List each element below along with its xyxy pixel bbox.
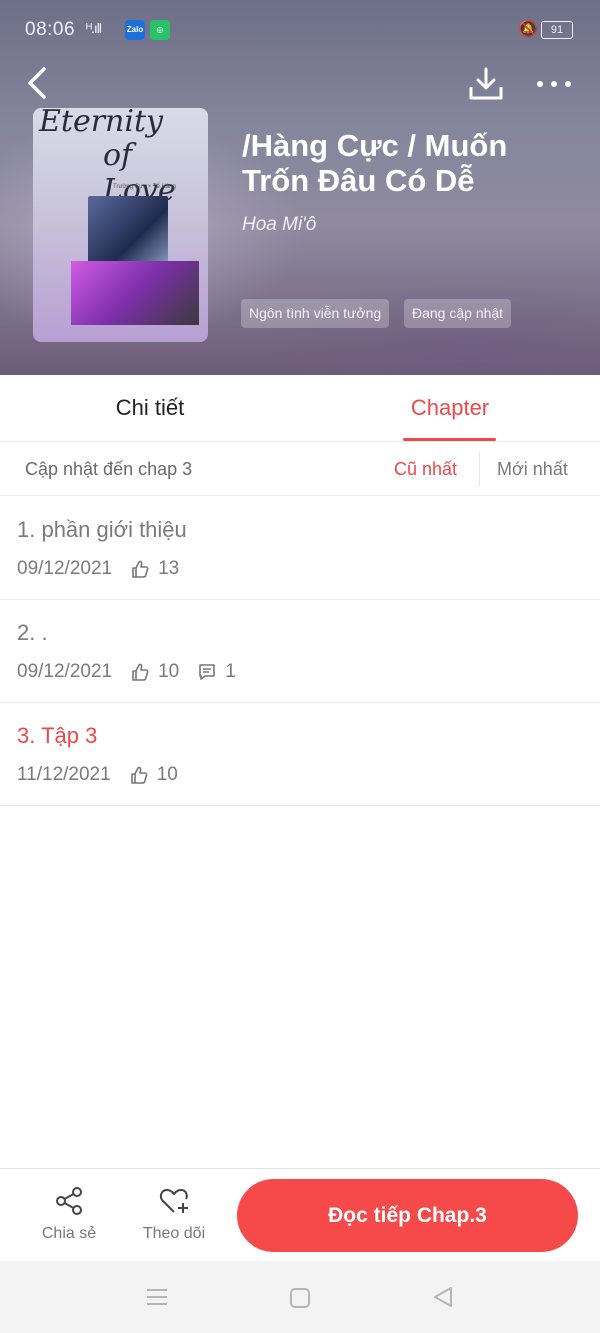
chapter-comments: 1 — [225, 661, 236, 682]
continue-reading-button[interactable]: Đọc tiếp Chap.3 — [237, 1179, 578, 1252]
chapter-date: 09/12/2021 — [17, 661, 113, 682]
book-title: /Hàng Cực / Muốn Trốn Đâu Có Dễ — [242, 128, 508, 198]
cover-subtitle: Trường Cực × Tể Hàng — [113, 184, 176, 190]
comment-icon — [199, 664, 216, 680]
sort-bar: Cập nhật đến chap 3 Cũ nhất Mới nhất — [0, 442, 600, 496]
thumbs-up-icon — [132, 560, 149, 578]
share-icon — [56, 1187, 82, 1215]
book-author[interactable]: Hoa Mi'ô — [242, 214, 316, 236]
genre-tag[interactable]: Ngôn tình viễn tưởng — [241, 299, 390, 328]
chapter-likes: 13 — [158, 558, 180, 579]
mute-icon: 🔕 — [518, 21, 538, 38]
heart-plus-icon — [159, 1189, 188, 1213]
thumbs-up-icon — [130, 766, 148, 784]
signal-icon: ᴴ.ıll — [86, 20, 102, 36]
more-options-icon[interactable] — [534, 72, 574, 96]
chapter-likes: 10 — [158, 661, 180, 682]
chapter-meta: 11/12/2021 10 — [17, 764, 196, 786]
chapter-meta: 09/12/2021 10 1 — [17, 661, 236, 683]
chapter-likes: 10 — [156, 764, 178, 785]
follow-label: Theo dõi — [142, 1225, 206, 1242]
chapter-meta: 09/12/2021 13 — [17, 558, 197, 580]
chapter-title: 3. Tập 3 — [17, 723, 98, 748]
back-arrow-icon[interactable] — [24, 66, 54, 100]
download-icon[interactable] — [468, 66, 504, 102]
home-icon[interactable] — [289, 1287, 311, 1309]
cover-photo-top — [88, 196, 168, 268]
cover-title-line1: Eternity — [39, 108, 163, 139]
chapter-title: 2. . — [17, 620, 48, 645]
book-cover: Eternity of Love Trường Cực × Tể Hàng — [33, 108, 208, 342]
active-tab-indicator — [403, 438, 496, 441]
chapter-title: 1. phần giới thiệu — [17, 517, 187, 542]
zalo-app-icon: Zalo — [125, 20, 145, 40]
status-bar: 08:06 ᴴ.ıll Zalo ◎ 🔕 91 — [0, 0, 600, 60]
sort-divider — [479, 452, 480, 486]
chapter-item-current[interactable]: 3. Tập 3 11/12/2021 10 — [0, 702, 600, 806]
cover-photo-bottom — [71, 261, 199, 325]
follow-button[interactable]: Theo dõi — [134, 1185, 214, 1249]
thumbs-up-icon — [132, 663, 149, 681]
recent-apps-icon[interactable] — [146, 1287, 168, 1307]
update-status-text: Cập nhật đến chap 3 — [25, 459, 193, 479]
sort-oldest-button[interactable]: Cũ nhất — [394, 459, 457, 480]
tab-bar: Chi tiết Chapter — [0, 375, 600, 442]
nav-back-icon[interactable] — [431, 1285, 455, 1309]
book-header: 08:06 ᴴ.ıll Zalo ◎ 🔕 91 Eternity of Love… — [0, 0, 600, 375]
status-tag: Đang cập nhật — [404, 299, 512, 328]
bottom-action-bar: Chia sẻ Theo dõi Đọc tiếp Chap.3 — [0, 1168, 600, 1261]
chapter-item[interactable]: 1. phần giới thiệu 09/12/2021 13 — [0, 496, 600, 600]
share-label: Chia sẻ — [41, 1225, 97, 1242]
battery-indicator: 91 — [541, 21, 573, 39]
share-button[interactable]: Chia sẻ — [34, 1185, 104, 1249]
chapter-date: 09/12/2021 — [17, 558, 113, 579]
sort-newest-button[interactable]: Mới nhất — [497, 459, 568, 480]
chat-app-icon: ◎ — [150, 20, 170, 40]
system-nav-bar — [0, 1261, 600, 1333]
status-time: 08:06 — [25, 19, 76, 40]
chapter-item[interactable]: 2. . 09/12/2021 10 1 — [0, 599, 600, 703]
tab-detail[interactable]: Chi tiết — [0, 395, 300, 421]
chapter-date: 11/12/2021 — [17, 764, 111, 785]
tab-chapter[interactable]: Chapter — [300, 395, 600, 421]
